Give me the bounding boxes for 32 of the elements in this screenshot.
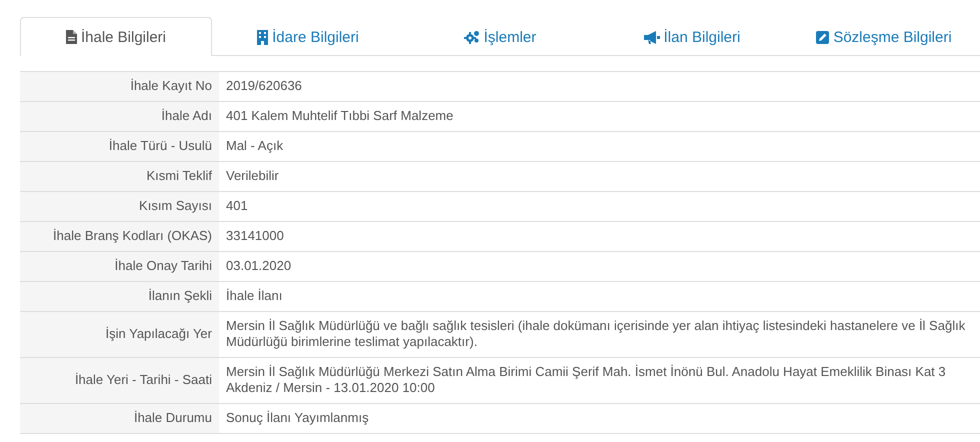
- gears-icon: [464, 30, 480, 44]
- field-value: Mal - Açık: [219, 132, 980, 162]
- tab[interactable]: İşlemler: [404, 17, 596, 56]
- field-value: 33141000: [219, 222, 980, 252]
- field-label: İlanın Şekli: [20, 282, 219, 312]
- field-value: İhale İlanı: [219, 282, 980, 312]
- tab[interactable]: İlan Bilgileri: [596, 17, 788, 56]
- field-value: 401 Kalem Muhtelif Tıbbi Sarf Malzeme: [219, 102, 980, 132]
- field-value: 401: [219, 192, 980, 222]
- field-value: Mersin İl Sağlık Müdürlüğü ve bağlı sağlık tesisleri (ihale dokümanı içerisinde yer alan ihtiyaç listesindeki hastanelere ve İl Sağlık Müdürlüğü birimlerine teslimat yapılacaktır).: [219, 312, 980, 358]
- field-label: İhale Branş Kodları (OKAS): [20, 222, 219, 252]
- field-value: Sonuç İlanı Yayımlanmış: [219, 404, 980, 434]
- field-label: İhale Durumu: [20, 404, 219, 434]
- megaphone-icon: [644, 30, 660, 44]
- tab[interactable]: Sözleşme Bilgileri: [788, 17, 980, 56]
- field-value: Verilebilir: [219, 162, 980, 192]
- edit-icon: [816, 30, 830, 44]
- building-icon: [257, 30, 268, 44]
- field-label: İhale Onay Tarihi: [20, 252, 219, 282]
- field-label: Kısmi Teklif: [20, 162, 219, 192]
- tab[interactable]: İdare Bilgileri: [212, 17, 404, 56]
- field-label: Kısım Sayısı: [20, 192, 219, 222]
- document-icon: [66, 30, 77, 44]
- field-value: 03.01.2020: [219, 252, 980, 282]
- field-label: İhale Kayıt No: [20, 72, 219, 102]
- field-label: İhale Türü - Usulü: [20, 132, 219, 162]
- field-value: 2019/620636: [219, 72, 980, 102]
- field-label: İhale Yeri - Tarihi - Saati: [20, 358, 219, 404]
- tab[interactable]: İhale Bilgileri: [20, 17, 212, 56]
- field-label: İşin Yapılacağı Yer: [20, 312, 219, 358]
- field-value: Mersin İl Sağlık Müdürlüğü Merkezi Satın Alma Birimi Camii Şerif Mah. İsmet İnönü Bul. Anadolu Hayat Emeklilik Binası Kat 3 Akdeniz / Mersin - 13.01.2020 10:00: [219, 358, 980, 404]
- field-label: İhale Adı: [20, 102, 219, 132]
